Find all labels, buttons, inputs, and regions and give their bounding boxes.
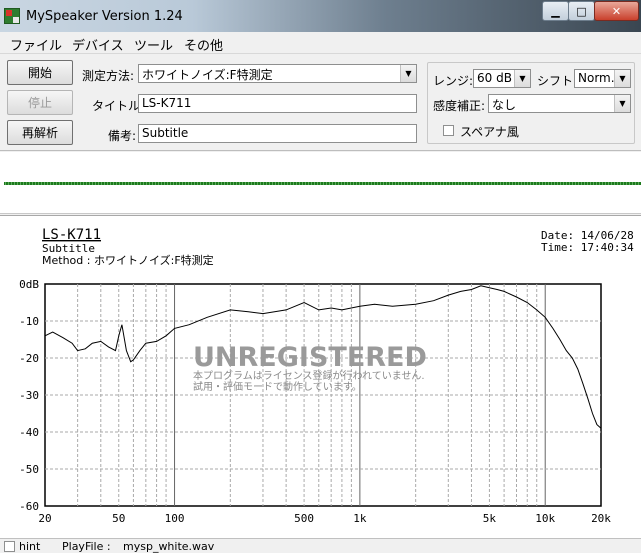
y-tick-label: -50 <box>19 463 39 476</box>
menu-file[interactable]: ファイル <box>10 35 62 54</box>
window-title: MySpeaker Version 1.24 <box>26 9 183 24</box>
title-label: タイトル: <box>92 99 145 113</box>
minimize-button[interactable]: ▁ <box>542 1 569 21</box>
waveform-line <box>4 182 641 185</box>
y-tick-label: -40 <box>19 426 39 439</box>
watermark: UNREGISTERED <box>193 342 427 373</box>
maximize-icon: □ <box>576 4 587 18</box>
shift-value: Norm. <box>578 71 615 85</box>
hint-checkbox[interactable] <box>4 541 15 552</box>
x-tick-label: 5k <box>483 512 497 525</box>
x-tick-label: 50 <box>112 512 125 525</box>
x-tick-label: 20k <box>591 512 611 525</box>
y-axis: 0dB -10 -20 -30 -40 -50 -60 <box>19 278 39 513</box>
graph-panel: LS-K711 Subtitle Method : ホワイトノイズ:F特測定 D… <box>0 215 641 538</box>
sensitivity-value: なし <box>492 98 517 112</box>
chevron-down-icon: ▼ <box>614 95 630 112</box>
y-tick-label: -60 <box>19 500 39 513</box>
close-button[interactable]: ✕ <box>594 1 639 21</box>
menu-device[interactable]: デバイス <box>72 35 124 54</box>
shift-label: シフト: <box>537 74 578 88</box>
close-icon: ✕ <box>611 4 622 18</box>
sensitivity-select[interactable]: なし ▼ <box>488 94 631 113</box>
chevron-down-icon: ▼ <box>514 70 530 87</box>
y-tick-label: -30 <box>19 389 39 402</box>
range-label: レンジ: <box>433 74 474 88</box>
x-tick-label: 1k <box>353 512 367 525</box>
license-notice-2: 試用・評価モードで動作しています。 <box>193 380 362 393</box>
start-button[interactable]: 開始 <box>7 60 73 85</box>
menu-bar: ファイル デバイス ツール その他 <box>0 32 641 54</box>
waveform-view <box>0 152 641 214</box>
menu-tools[interactable]: ツール <box>134 35 173 54</box>
title-bar[interactable]: MySpeaker Version 1.24 ▁ □ ✕ <box>0 0 641 32</box>
license-notice-1: 本プログラムはライセンス登録が行われていません. <box>193 369 425 382</box>
app-icon <box>4 8 20 24</box>
menu-other[interactable]: その他 <box>184 35 223 54</box>
playfile-name: mysp_white.wav <box>123 540 215 553</box>
x-tick-label: 100 <box>165 512 185 525</box>
x-tick-label: 500 <box>294 512 314 525</box>
method-select[interactable]: ホワイトノイズ:F特測定 ▼ <box>138 64 417 83</box>
playfile-label: PlayFile : <box>62 540 111 553</box>
y-tick-label: 0dB <box>19 278 39 291</box>
x-tick-label: 20 <box>38 512 51 525</box>
status-bar: hint PlayFile : mysp_white.wav <box>0 538 641 553</box>
stop-button[interactable]: 停止 <box>7 90 73 115</box>
spana-label: スペアナ風 <box>460 125 519 139</box>
minimize-icon: ▁ <box>551 4 560 18</box>
range-value: 60 dB <box>477 71 512 85</box>
x-tick-label: 10k <box>535 512 555 525</box>
x-axis: 20 50 100 500 1k 5k 10k 20k <box>38 512 611 525</box>
app-window: MySpeaker Version 1.24 ▁ □ ✕ ファイル デバイス ツ… <box>0 0 641 553</box>
chart-method: Method : ホワイトノイズ:F特測定 <box>42 253 214 267</box>
title-field[interactable]: LS-K711 <box>138 94 417 113</box>
y-tick-label: -10 <box>19 315 39 328</box>
spana-checkbox[interactable] <box>443 125 454 136</box>
chart-title: LS-K711 <box>42 227 101 243</box>
chevron-down-icon: ▼ <box>400 65 416 82</box>
note-field[interactable]: Subtitle <box>138 124 417 143</box>
sensitivity-label: 感度補正: <box>433 99 486 113</box>
control-panel: 開始 停止 再解析 測定方法: ホワイトノイズ:F特測定 ▼ タイトル: LS-… <box>0 55 641 151</box>
hint-label: hint <box>19 540 41 553</box>
method-label: 測定方法: <box>82 69 135 83</box>
note-label: 備考: <box>108 129 137 143</box>
shift-select[interactable]: Norm. ▼ <box>574 69 631 88</box>
reanalyze-button[interactable]: 再解析 <box>7 120 73 145</box>
maximize-button[interactable]: □ <box>568 1 595 21</box>
chart-time: Time: 17:40:34 <box>541 241 634 254</box>
y-tick-label: -20 <box>19 352 39 365</box>
method-value: ホワイトノイズ:F特測定 <box>142 68 273 82</box>
frequency-chart: LS-K711 Subtitle Method : ホワイトノイズ:F特測定 D… <box>19 227 634 525</box>
range-select[interactable]: 60 dB ▼ <box>473 69 531 88</box>
chevron-down-icon: ▼ <box>614 70 630 87</box>
